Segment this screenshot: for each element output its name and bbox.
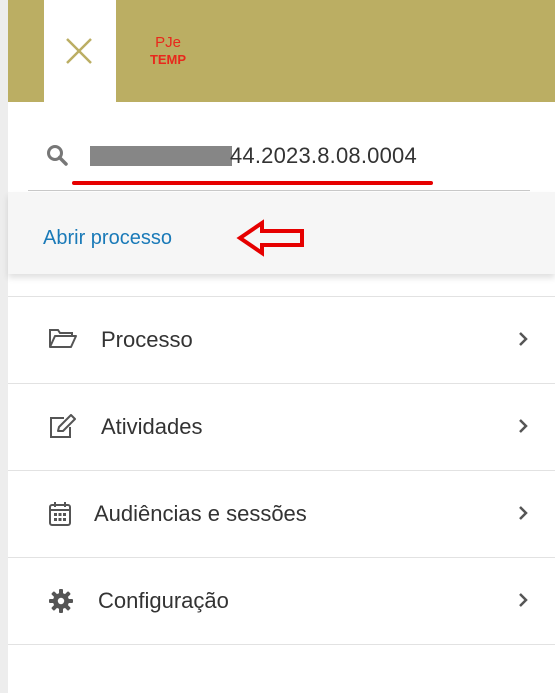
calendar-icon <box>49 502 71 526</box>
highlight-underline <box>72 181 433 185</box>
menu-item-label: Audiências e sessões <box>94 501 307 526</box>
redacted-text <box>90 146 232 166</box>
chevron-right-icon <box>519 506 528 520</box>
edit-icon <box>50 414 76 438</box>
gear-icon <box>49 589 73 613</box>
logo-line-2: TEMP <box>149 52 187 67</box>
top-bar: PJe TEMP <box>8 0 555 102</box>
open-process-link[interactable]: Abrir processo <box>43 227 172 250</box>
chevron-right-icon <box>519 419 528 433</box>
menu-item-atividades[interactable]: Atividades <box>8 383 555 470</box>
chevron-right-icon <box>519 593 528 607</box>
left-arrow-icon <box>236 219 304 257</box>
menu-item-configuracao[interactable]: Configuração <box>8 557 555 645</box>
open-process-panel: Abrir processo <box>8 192 555 274</box>
folder-open-icon <box>49 329 77 348</box>
search-border <box>28 190 530 191</box>
left-edge <box>0 0 8 693</box>
menu-item-label: Processo <box>101 327 193 352</box>
menu-item-label: Configuração <box>98 588 229 613</box>
menu-item-processo[interactable]: Processo <box>8 296 555 383</box>
menu-item-label: Atividades <box>101 414 203 439</box>
close-icon <box>66 38 92 64</box>
app-logo: PJe TEMP <box>138 34 198 68</box>
search-input[interactable]: 44.2023.8.08.0004 <box>28 132 530 192</box>
close-button[interactable] <box>44 0 116 102</box>
main-menu: Processo Atividades Audiências e sessões <box>8 296 555 645</box>
search-icon <box>47 145 68 166</box>
chevron-right-icon <box>519 332 528 346</box>
logo-line-1: PJe <box>155 34 181 51</box>
search-value: 44.2023.8.08.0004 <box>230 143 417 168</box>
menu-item-audiencias[interactable]: Audiências e sessões <box>8 470 555 557</box>
